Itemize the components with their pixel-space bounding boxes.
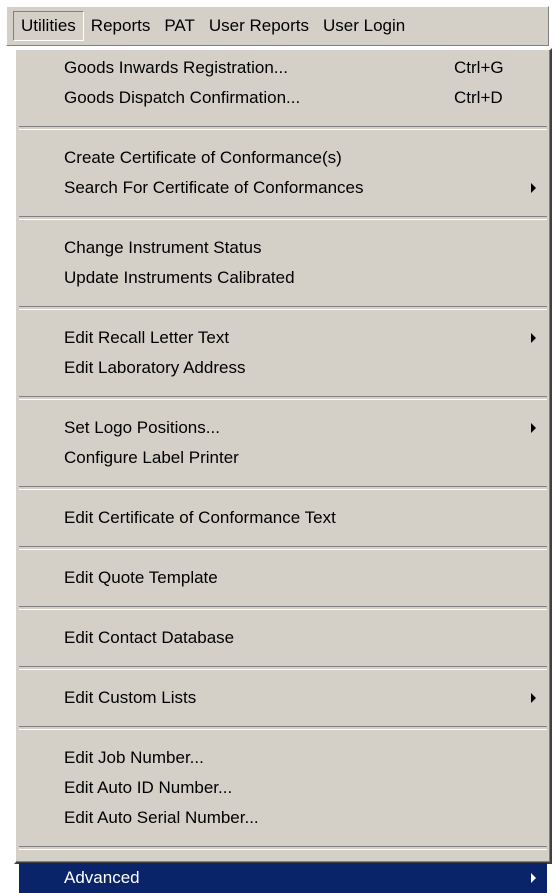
menu-item-edit-laboratory-address[interactable]: Edit Laboratory Address bbox=[16, 353, 550, 383]
menu-item-label: Update Instruments Calibrated bbox=[64, 268, 295, 287]
menu-item-edit-custom-lists[interactable]: Edit Custom Lists bbox=[16, 683, 550, 713]
menu-separator bbox=[19, 216, 547, 220]
menu-item-label: Configure Label Printer bbox=[64, 448, 239, 467]
menubar-utilities[interactable]: Utilities bbox=[13, 11, 84, 41]
menu-item-label: Advanced bbox=[64, 868, 140, 887]
menu-bar: Utilities Reports PAT User Reports User … bbox=[6, 6, 549, 46]
menu-item-edit-contact-database[interactable]: Edit Contact Database bbox=[16, 623, 550, 653]
menu-separator bbox=[19, 726, 547, 730]
menu-item-label: Goods Dispatch Confirmation... bbox=[64, 88, 301, 107]
menu-item-advanced[interactable]: Advanced bbox=[19, 863, 547, 893]
menu-separator bbox=[19, 126, 547, 130]
menubar-user-login[interactable]: User Login bbox=[316, 11, 412, 41]
utilities-dropdown-menu: Goods Inwards Registration... Ctrl+G Goo… bbox=[14, 48, 552, 893]
menu-item-label: Goods Inwards Registration... bbox=[64, 58, 288, 77]
menu-separator bbox=[19, 396, 547, 400]
menu-separator bbox=[19, 606, 547, 610]
menu-item-label: Edit Contact Database bbox=[64, 628, 235, 647]
menubar-user-reports[interactable]: User Reports bbox=[202, 11, 316, 41]
menubar-reports[interactable]: Reports bbox=[84, 11, 158, 41]
menu-item-search-certificates[interactable]: Search For Certificate of Conformances bbox=[16, 173, 550, 203]
menu-item-goods-dispatch[interactable]: Goods Dispatch Confirmation... Ctrl+D bbox=[16, 83, 550, 113]
menu-item-edit-recall-letter[interactable]: Edit Recall Letter Text bbox=[16, 323, 550, 353]
menu-item-shortcut: Ctrl+G bbox=[454, 58, 504, 77]
submenu-arrow-icon bbox=[531, 873, 536, 883]
menu-item-label: Edit Custom Lists bbox=[64, 688, 197, 707]
menu-item-create-certificate[interactable]: Create Certificate of Conformance(s) bbox=[16, 143, 550, 173]
menu-item-label: Change Instrument Status bbox=[64, 238, 262, 257]
menu-item-goods-inwards[interactable]: Goods Inwards Registration... Ctrl+G bbox=[16, 53, 550, 83]
submenu-arrow-icon bbox=[531, 693, 536, 703]
submenu-arrow-icon bbox=[531, 333, 536, 343]
menu-separator bbox=[19, 666, 547, 670]
menu-item-label: Edit Recall Letter Text bbox=[64, 328, 230, 347]
menu-item-label: Edit Quote Template bbox=[64, 568, 218, 587]
menu-item-edit-quote-template[interactable]: Edit Quote Template bbox=[16, 563, 550, 593]
menu-item-configure-label-printer[interactable]: Configure Label Printer bbox=[16, 443, 550, 473]
menu-separator bbox=[19, 306, 547, 310]
submenu-arrow-icon bbox=[531, 183, 536, 193]
menu-separator bbox=[19, 846, 547, 850]
menu-separator bbox=[19, 486, 547, 490]
menu-item-label: Edit Auto ID Number... bbox=[64, 778, 233, 797]
menu-item-label: Edit Certificate of Conformance Text bbox=[64, 508, 336, 527]
menu-item-update-instruments[interactable]: Update Instruments Calibrated bbox=[16, 263, 550, 293]
menu-item-edit-certificate-text[interactable]: Edit Certificate of Conformance Text bbox=[16, 503, 550, 533]
menubar-pat[interactable]: PAT bbox=[157, 11, 202, 41]
menu-item-label: Search For Certificate of Conformances bbox=[64, 178, 364, 197]
menu-item-edit-job-number[interactable]: Edit Job Number... bbox=[16, 743, 550, 773]
menu-item-label: Edit Job Number... bbox=[64, 748, 204, 767]
menu-item-set-logo-positions[interactable]: Set Logo Positions... bbox=[16, 413, 550, 443]
menu-item-edit-auto-serial-number[interactable]: Edit Auto Serial Number... bbox=[16, 803, 550, 833]
submenu-arrow-icon bbox=[531, 423, 536, 433]
menu-separator bbox=[19, 546, 547, 550]
menu-item-label: Create Certificate of Conformance(s) bbox=[64, 148, 342, 167]
menu-item-label: Set Logo Positions... bbox=[64, 418, 220, 437]
menu-item-change-instrument-status[interactable]: Change Instrument Status bbox=[16, 233, 550, 263]
menu-item-shortcut: Ctrl+D bbox=[454, 88, 503, 107]
menu-item-label: Edit Auto Serial Number... bbox=[64, 808, 259, 827]
menu-item-label: Edit Laboratory Address bbox=[64, 358, 246, 377]
menu-item-edit-auto-id-number[interactable]: Edit Auto ID Number... bbox=[16, 773, 550, 803]
